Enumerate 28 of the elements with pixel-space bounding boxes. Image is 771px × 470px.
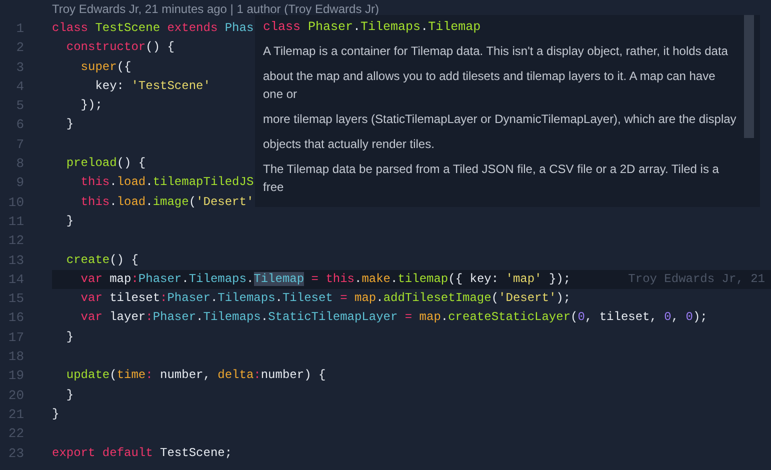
inline-blame: Troy Edwards Jr, 21: [628, 270, 765, 288]
code-line: var map:Phaser.Tilemaps.Tilemap = this.make.tilemap({ key: 'map' });: [80, 270, 571, 288]
blame-annotation: Troy Edwards Jr, 21 minutes ago | 1 author (Troy Edwards Jr): [52, 1, 380, 18]
code-line: key: 'TestScene': [94, 78, 210, 95]
code-line: var layer:Phaser.Tilemaps.StaticTilemapLayer = map.createStaticLayer(0, tileset, 0, 0);: [80, 309, 708, 326]
class-signature: class Phaser.Tilemaps.Tilemap: [263, 20, 482, 34]
scrollbar-thumb[interactable]: [744, 15, 754, 138]
code-line: });: [80, 97, 102, 114]
code-line: }: [65, 116, 74, 134]
code-line: create() {: [65, 252, 138, 269]
doc-paragraph: The Tilemap data be parsed from a Tiled JSON file, a CSV file or a 2D array. Tiled is a free: [263, 161, 720, 196]
code-line: class TestScene extends Phas: [52, 20, 254, 37]
code-line: constructor() {: [65, 39, 174, 56]
code-line: }: [65, 328, 74, 346]
doc-paragraph: A Tilemap is a container for Tilemap data. This isn't a display object, rather, it holds data: [263, 43, 729, 60]
code-line: super({: [80, 58, 132, 76]
doc-paragraph: about the map and allows you to add tilesets and tilemap layers to it. A map can have one or: [263, 68, 716, 103]
code-line: }: [52, 406, 60, 423]
code-line: this.load.image('Desert': [80, 194, 254, 211]
code-line: update(time: number, delta:number) {: [65, 367, 326, 384]
code-line: preload() {: [65, 155, 146, 172]
code-line: export default TestScene;: [52, 444, 232, 462]
doc-paragraph: more tilemap layers (StaticTilemapLayer or DynamicTilemapLayer), which are the display: [263, 111, 738, 128]
doc-paragraph: objects that actually render tiles.: [263, 136, 436, 153]
code-line: var tileset:Phaser.Tilemaps.Tileset = map.addTilesetImage('Desert');: [80, 290, 571, 308]
code-line: }: [65, 386, 74, 404]
code-line: this.load.tilemapTiledJS: [80, 174, 254, 192]
code-line: }: [65, 212, 74, 230]
